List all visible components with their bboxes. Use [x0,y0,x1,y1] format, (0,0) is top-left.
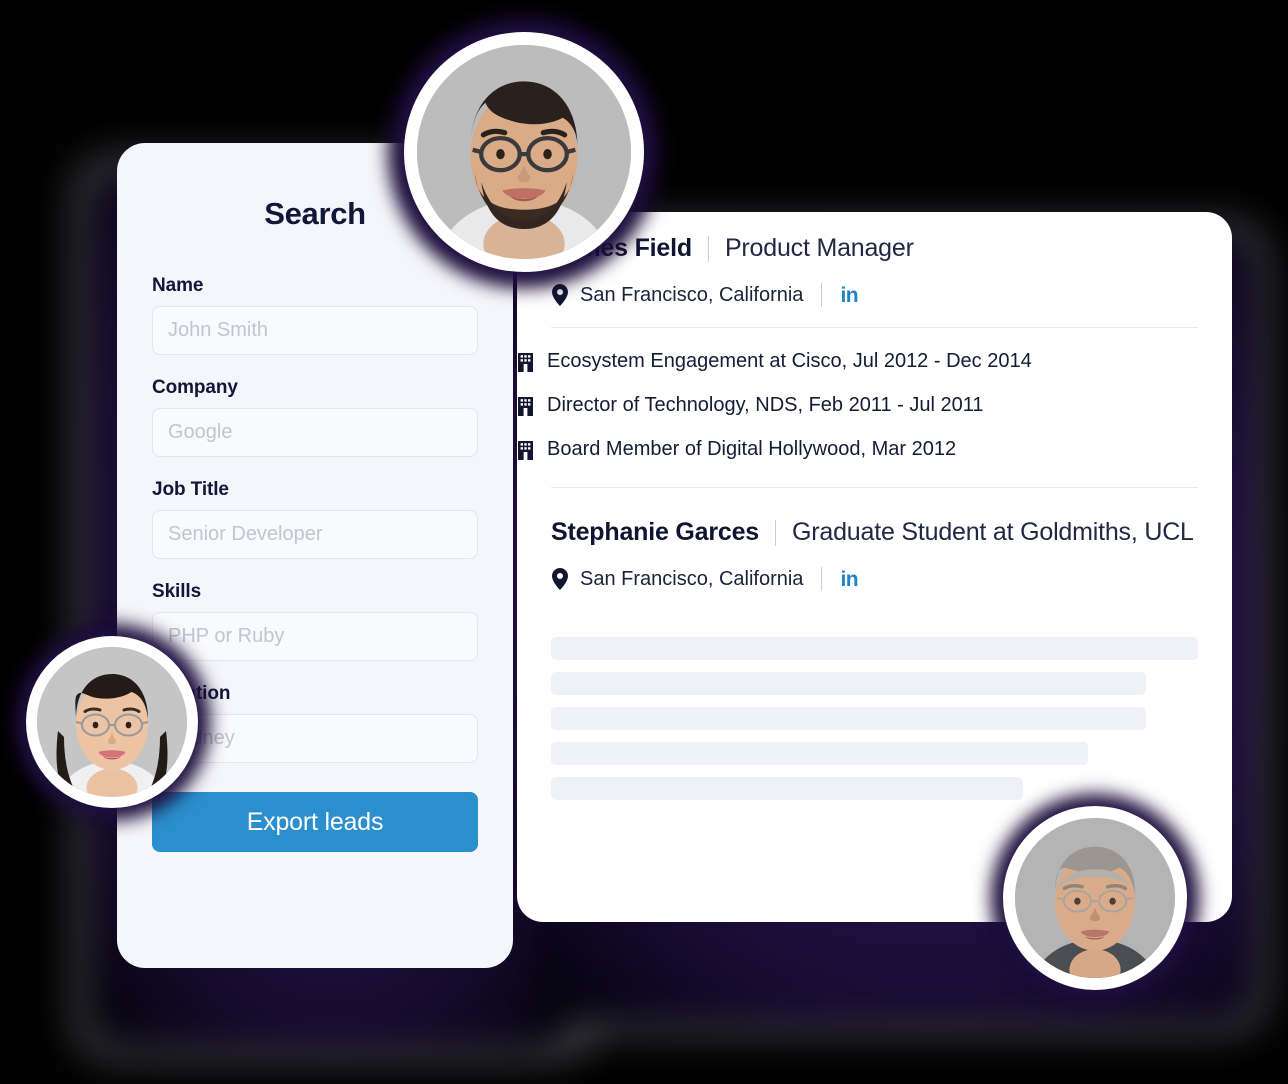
job-title-input[interactable] [152,510,478,559]
result-item[interactable]: James Field Product Manager San Francisc… [517,234,1232,307]
result-item[interactable]: Stephanie Garces Graduate Student at Gol… [517,488,1232,591]
field-label: Job Title [152,479,229,500]
app-mockup: James Field Product Manager San Francisc… [0,0,1288,1084]
field-company: Company [152,377,478,457]
result-location-row: San Francisco, California in [551,283,1198,307]
building-icon [518,397,533,416]
skeleton-placeholder-list [517,611,1232,800]
experience-text: Board Member of Digital Hollywood, Mar 2… [547,438,957,460]
experience-item: Director of Technology, NDS, Feb 2011 - … [517,394,1232,417]
skeleton-bar [551,777,1024,800]
result-header: James Field Product Manager [551,234,1198,263]
divider [821,567,823,591]
avatar-photo [1015,818,1175,978]
avatar-photo [37,647,187,797]
skeleton-bar [551,742,1088,765]
divider [821,283,823,307]
skeleton-bar [551,637,1198,660]
location-pin-icon [552,284,568,306]
field-label: Skills [152,581,202,602]
experience-text: Director of Technology, NDS, Feb 2011 - … [547,394,984,416]
result-header: Stephanie Garces Graduate Student at Gol… [551,518,1198,547]
result-location-text: San Francisco, California [580,283,804,306]
divider [775,519,777,546]
field-job-title: Job Title [152,479,478,559]
divider [707,235,709,262]
result-job-title: Product Manager [724,234,914,262]
field-name: Name [152,275,478,355]
result-location-text: San Francisco, California [580,567,804,590]
linkedin-icon[interactable]: in [840,285,858,306]
company-input[interactable] [152,408,478,457]
field-label: Company [152,377,238,398]
result-job-title: Graduate Student at Goldmiths, UCL [792,518,1194,546]
result-location-row: San Francisco, California in [551,567,1198,591]
result-name: Stephanie Garces [551,518,760,546]
experience-item: Ecosystem Engagement at Cisco, Jul 2012 … [517,350,1232,373]
linkedin-icon[interactable]: in [840,569,858,590]
skeleton-bar [551,672,1147,695]
building-icon [518,441,533,460]
name-input[interactable] [152,306,478,355]
experience-text: Ecosystem Engagement at Cisco, Jul 2012 … [547,350,1032,372]
field-skills: Skills [152,581,478,661]
avatar-photo [417,45,631,259]
experience-list: Ecosystem Engagement at Cisco, Jul 2012 … [517,328,1232,487]
skills-input[interactable] [152,612,478,661]
experience-item: Board Member of Digital Hollywood, Mar 2… [517,438,1232,461]
location-pin-icon [552,568,568,590]
export-leads-button[interactable]: Export leads [152,792,478,852]
field-label: Name [152,275,204,296]
skeleton-bar [551,707,1147,730]
building-icon [518,353,533,372]
